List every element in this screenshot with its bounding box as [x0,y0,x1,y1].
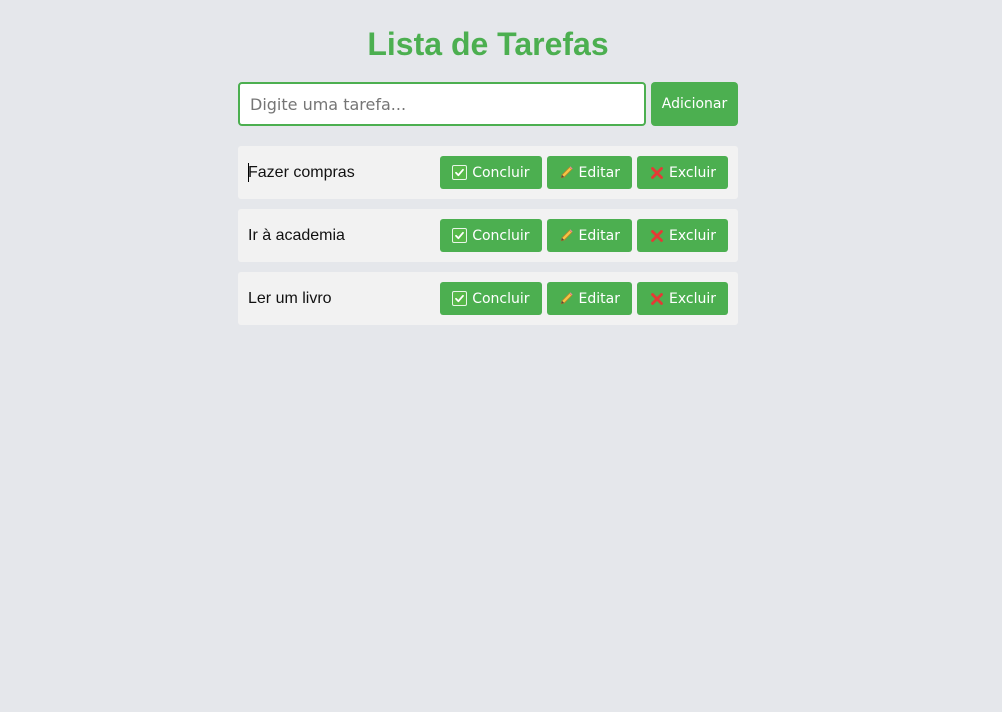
todo-app: Lista de Tarefas Adicionar Fazer compras… [238,0,738,325]
task-item: Fazer compras Concluir Editar Excluir [238,146,738,199]
delete-label: Excluir [669,227,716,244]
task-text: Ir à academia [248,226,345,244]
task-text: Fazer compras [248,162,355,182]
edit-label: Editar [578,227,620,244]
edit-button[interactable]: Editar [546,156,632,189]
complete-button[interactable]: Concluir [440,156,542,189]
cross-mark-icon [649,228,664,243]
delete-button[interactable]: Excluir [637,156,728,189]
check-mark-icon [452,291,468,306]
complete-label: Concluir [472,290,530,307]
task-actions: Concluir Editar Excluir [440,219,728,252]
complete-label: Concluir [472,164,530,181]
delete-label: Excluir [669,164,716,181]
cross-mark-icon [649,165,664,180]
pencil-icon [559,291,574,306]
pencil-icon [559,228,574,243]
task-actions: Concluir Editar Excluir [440,282,728,315]
edit-label: Editar [578,290,620,307]
check-mark-icon [452,165,468,180]
task-item: Ir à academia Concluir Editar Excluir [238,209,738,262]
check-mark-icon [452,228,468,243]
page-title: Lista de Tarefas [367,26,609,62]
add-button[interactable]: Adicionar [651,82,738,126]
edit-button[interactable]: Editar [546,282,632,315]
task-text: Ler um livro [248,289,332,307]
edit-label: Editar [578,164,620,181]
delete-button[interactable]: Excluir [637,282,728,315]
delete-label: Excluir [669,290,716,307]
task-list: Fazer compras Concluir Editar Excluir Ir… [238,146,738,325]
task-actions: Concluir Editar Excluir [440,156,728,189]
cross-mark-icon [649,291,664,306]
add-task-form: Adicionar [238,82,738,126]
delete-button[interactable]: Excluir [637,219,728,252]
pencil-icon [559,165,574,180]
task-input[interactable] [238,82,646,126]
edit-button[interactable]: Editar [546,219,632,252]
complete-button[interactable]: Concluir [440,219,542,252]
complete-button[interactable]: Concluir [440,282,542,315]
task-item: Ler um livro Concluir Editar Excluir [238,272,738,325]
complete-label: Concluir [472,227,530,244]
